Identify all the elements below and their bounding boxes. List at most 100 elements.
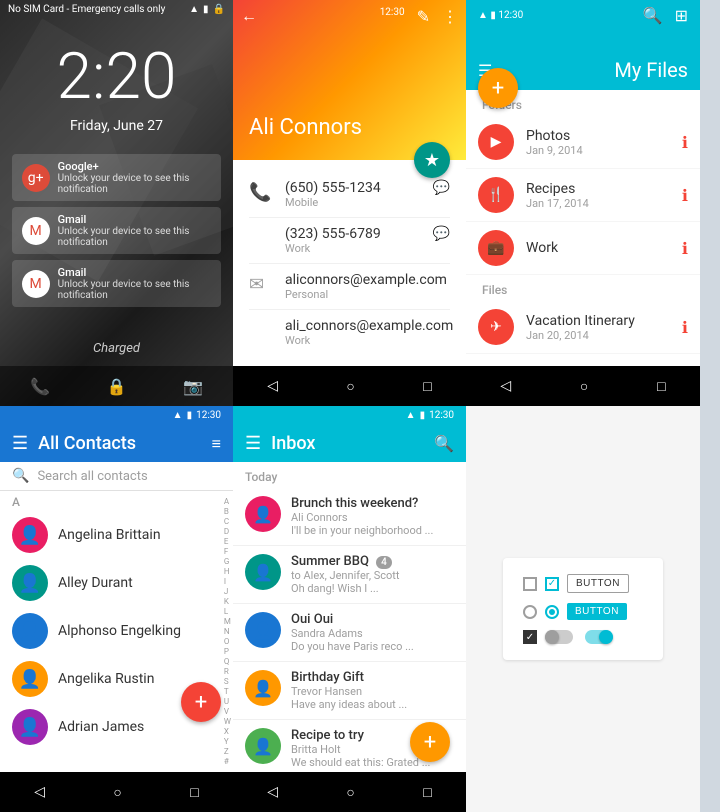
- phone-1-action-icon[interactable]: 💬: [433, 180, 450, 196]
- phone-1-label: Mobile: [285, 196, 381, 209]
- angelika-avatar-img: 👤: [12, 661, 48, 697]
- vacation-date: Jan 20, 2014: [526, 329, 670, 342]
- birthday-content: Birthday Gift Trevor Hansen Have any ide…: [291, 670, 454, 711]
- email-2-label: Work: [285, 334, 453, 347]
- files-nav-recents[interactable]: □: [657, 378, 665, 395]
- camera-icon[interactable]: 📷: [183, 377, 203, 396]
- contacts-search-input[interactable]: Search all contacts: [37, 469, 221, 484]
- notification-gmail-1[interactable]: M Gmail Unlock your device to see this n…: [12, 207, 222, 254]
- gmail-msg-1: Unlock your device to see this notificat…: [58, 226, 212, 248]
- toggle-on[interactable]: [585, 630, 613, 644]
- contacts-time: 12:30: [196, 410, 221, 421]
- contacts-nav-home[interactable]: ○: [113, 784, 121, 801]
- contacts-nav-back[interactable]: ◁: [34, 784, 45, 800]
- checkbox-dark[interactable]: ✓: [523, 630, 537, 644]
- files-title: My Files: [614, 58, 688, 82]
- contact-item-alley[interactable]: 👤 Alley Durant: [0, 559, 233, 607]
- photos-date: Jan 9, 2014: [526, 144, 670, 157]
- notification-gmail-2[interactable]: M Gmail Unlock your device to see this n…: [12, 260, 222, 307]
- checkbox-unchecked[interactable]: [523, 577, 537, 591]
- contacts-menu-icon[interactable]: ☰: [12, 433, 28, 454]
- nav-home-icon[interactable]: ○: [346, 378, 354, 395]
- work-info: Work: [526, 240, 670, 256]
- inbox-search-icon[interactable]: 🔍: [434, 434, 454, 453]
- files-item-vacation[interactable]: ✈ Vacation Itinerary Jan 20, 2014 ℹ: [466, 301, 700, 354]
- contacts-battery-icon: ▮: [187, 410, 193, 421]
- contact-item-angelina[interactable]: 👤 Angelina Brittain: [0, 511, 233, 559]
- angelina-avatar-img: 👤: [12, 517, 48, 553]
- contact-star-fab[interactable]: ★: [414, 142, 450, 178]
- contact-header: ← 12:30 ✎ ⋮ Ali Connors ★: [233, 0, 466, 160]
- contact-body: 📞 (650) 555-1234 Mobile 💬 (323) 555-6789…: [233, 160, 466, 366]
- files-grid-icon[interactable]: ⊞: [675, 6, 688, 25]
- contacts-section-a: A: [0, 491, 233, 511]
- inbox-item-birthday[interactable]: 👤 Birthday Gift Trevor Hansen Have any i…: [233, 662, 466, 720]
- gmail-app-label-2: Gmail: [58, 266, 212, 279]
- contact-email-2[interactable]: ali_connors@example.com Work: [249, 310, 450, 355]
- work-folder-icon: 💼: [478, 230, 514, 266]
- files-item-photos[interactable]: ▶ Photos Jan 9, 2014 ℹ: [466, 116, 700, 169]
- files-header-top: ▲ ▮ 12:30 🔍 ⊞: [478, 0, 688, 25]
- edit-icon[interactable]: ✎: [417, 7, 430, 26]
- inbox-nav-recents[interactable]: □: [423, 784, 431, 801]
- nav-recents-icon[interactable]: □: [423, 378, 431, 395]
- files-item-work[interactable]: 💼 Work ℹ: [466, 222, 700, 275]
- phone-icon[interactable]: 📞: [30, 377, 50, 396]
- contacts-bottom-bar: ◁ ○ □: [0, 772, 233, 812]
- contact-phone-2[interactable]: (323) 555-6789 Work 💬: [249, 218, 450, 264]
- ouioui-sender: Sandra Adams: [291, 627, 454, 640]
- files-item-recipes[interactable]: 🍴 Recipes Jan 17, 2014 ℹ: [466, 169, 700, 222]
- files-search-icon[interactable]: 🔍: [643, 6, 663, 25]
- inbox-menu-icon[interactable]: ☰: [245, 433, 261, 454]
- photos-info: Photos Jan 9, 2014: [526, 128, 670, 157]
- gplus-app-label: Google+: [58, 160, 212, 173]
- bbq-avatar: 👤: [245, 554, 281, 590]
- files-nav-home[interactable]: ○: [580, 378, 588, 395]
- birthday-subject: Birthday Gift: [291, 670, 454, 685]
- checkbox-checked[interactable]: ✓: [545, 577, 559, 591]
- contact-item-alphonso[interactable]: 👤 Alphonso Engelking: [0, 607, 233, 655]
- outline-button[interactable]: BUTTON: [567, 574, 629, 593]
- inbox-item-ouioui[interactable]: 👤 Oui Oui Sandra Adams Do you have Paris…: [233, 604, 466, 662]
- contacts-status-bar: ▲ ▮ 12:30: [12, 406, 221, 425]
- inbox-nav-home[interactable]: ○: [346, 784, 354, 801]
- contacts-nav-recents[interactable]: □: [190, 784, 198, 801]
- ui-components-panel: ✓ BUTTON BUTTON ✓: [503, 558, 663, 660]
- back-icon[interactable]: ←: [241, 6, 257, 26]
- inbox-time: 12:30: [429, 410, 454, 421]
- radio-checked[interactable]: [545, 605, 559, 619]
- lock-bottom-bar: 📞 🔒 📷: [0, 366, 233, 406]
- contacts-fab[interactable]: +: [181, 682, 221, 722]
- notification-googleplus[interactable]: g+ Google+ Unlock your device to see thi…: [12, 154, 222, 201]
- inbox-item-bbq[interactable]: 👤 Summer BBQ 4 to Alex, Jennifer, Scott …: [233, 546, 466, 604]
- inbox-nav-back[interactable]: ◁: [267, 784, 278, 800]
- more-icon[interactable]: ⋮: [442, 7, 458, 26]
- contact-phone-1[interactable]: 📞 (650) 555-1234 Mobile 💬: [249, 172, 450, 218]
- signal-icon: ▲: [189, 4, 199, 15]
- brunch-sender: Ali Connors: [291, 511, 454, 524]
- adrian-name: Adrian James: [58, 719, 144, 735]
- ui-row-1: ✓ BUTTON: [523, 574, 643, 593]
- phone-1-info: (650) 555-1234 Mobile: [285, 180, 381, 209]
- toggle-off[interactable]: [545, 630, 573, 644]
- recipe-avatar: 👤: [245, 728, 281, 764]
- alley-avatar: 👤: [12, 565, 48, 601]
- birthday-sender: Trevor Hansen: [291, 685, 454, 698]
- inbox-status-bar: ▲ ▮ 12:30: [245, 406, 454, 425]
- inbox-fab[interactable]: +: [410, 722, 450, 762]
- filled-button[interactable]: BUTTON: [567, 603, 627, 620]
- phone-row-icon: 📞: [249, 182, 269, 203]
- nav-back-icon[interactable]: ◁: [267, 378, 278, 394]
- inbox-screen: ▲ ▮ 12:30 ☰ Inbox 🔍 Today 👤 Brunch this …: [233, 406, 466, 812]
- contact-email-1[interactable]: ✉ aliconnors@example.com Personal: [249, 264, 450, 310]
- inbox-item-brunch[interactable]: 👤 Brunch this weekend? Ali Connors I'll …: [233, 488, 466, 546]
- ouioui-subject: Oui Oui: [291, 612, 454, 627]
- files-nav-back[interactable]: ◁: [500, 378, 511, 394]
- contacts-sort-icon[interactable]: ≡: [212, 434, 221, 454]
- email-2-value: ali_connors@example.com: [285, 318, 453, 334]
- lock-bottom-lock-icon[interactable]: 🔒: [107, 377, 127, 396]
- contacts-search-icon[interactable]: 🔍: [12, 468, 29, 484]
- radio-unchecked[interactable]: [523, 605, 537, 619]
- phone-2-action-icon[interactable]: 💬: [433, 226, 450, 242]
- files-fab[interactable]: +: [478, 68, 518, 108]
